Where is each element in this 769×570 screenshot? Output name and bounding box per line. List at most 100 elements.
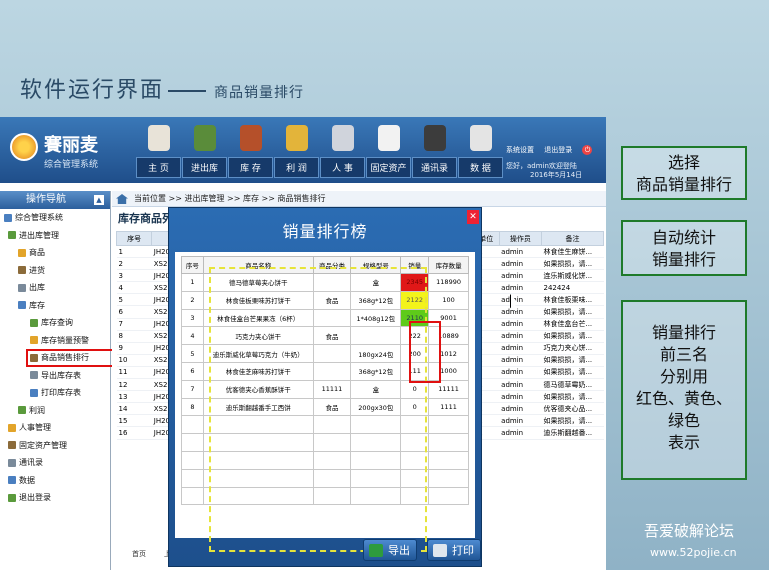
ranking-cell-no: 7	[181, 379, 204, 399]
annotation-line: 前三名	[659, 345, 708, 364]
sidebar-item-4[interactable]: 出库	[0, 279, 110, 297]
tree-node-icon	[8, 441, 16, 449]
sidebar-item-14[interactable]: 通讯录	[0, 454, 110, 472]
sidebar-title: 操作导航	[26, 194, 66, 205]
sidebar-item-11[interactable]: 利润	[0, 402, 110, 420]
ranking-cell-no: 6	[181, 361, 204, 381]
nav-item-5[interactable]: 固定资产	[366, 125, 411, 178]
person-icon	[331, 125, 354, 151]
table-cell: 优客德夹心品...	[541, 402, 604, 416]
ranking-cell-no: 1	[181, 273, 204, 292]
table-cell: admin	[499, 390, 542, 404]
sidebar-item-label: 进货	[29, 265, 45, 275]
sidebar-item-3[interactable]: 进货	[0, 262, 110, 280]
tree-node-icon	[8, 231, 16, 239]
column-header[interactable]: 备注	[540, 231, 605, 246]
column-header[interactable]: 序号	[115, 231, 153, 246]
sidebar-item-8[interactable]: 商品销售排行	[26, 349, 114, 367]
top-nav: 主 页进出库库 存利 润人 事固定资产 通讯录数 据	[136, 125, 504, 178]
annotation-line: 选择	[667, 153, 700, 172]
empty-cell	[181, 450, 204, 470]
table-cell: 9	[116, 342, 152, 355]
table-cell: 2	[116, 257, 152, 271]
nav-item-7[interactable]: 数 据	[458, 125, 503, 178]
annotation-line: 销量排行	[651, 323, 716, 342]
sidebar-item-7[interactable]: 库存销量预警	[0, 332, 110, 350]
sidebar-item-12[interactable]: 人事管理	[0, 419, 110, 437]
tree-node-icon	[8, 423, 16, 432]
tree-node-icon	[30, 336, 38, 344]
home-icon[interactable]	[116, 194, 128, 204]
table-cell: 如果损损，请...	[541, 257, 604, 271]
table-cell: admin	[499, 426, 542, 440]
table-cell: 1	[116, 245, 152, 259]
print-button[interactable]: 打印	[427, 539, 481, 561]
nav-item-4[interactable]: 人 事	[320, 125, 365, 178]
header-links: 系统设置 退出登录 ⏻	[506, 145, 600, 155]
empty-cell	[181, 486, 204, 506]
annotation-line: 绿色	[667, 411, 700, 430]
sidebar-item-16[interactable]: 退出登录	[0, 489, 110, 507]
date-text: 2016年5月14日	[530, 171, 583, 179]
slide-title-main: 软件运行界面	[20, 78, 165, 103]
sidebar-item-label: 打印库存表	[41, 388, 81, 397]
dialog-title: 销量排行榜	[282, 222, 368, 241]
nav-item-1[interactable]: 进出库	[182, 125, 227, 178]
printer-icon	[377, 125, 400, 151]
sidebar-item-2[interactable]: 商品	[0, 244, 110, 262]
table-cell: 16	[116, 426, 152, 440]
sidebar-item-13[interactable]: 固定资产管理	[0, 437, 110, 455]
sidebar-item-9[interactable]: 导出库存表	[0, 367, 110, 385]
annotation-auto-stat: 自动统计 销量排行	[621, 220, 747, 276]
tree-node-icon	[18, 301, 26, 309]
annotation-select: 选择 商品销量排行	[621, 146, 747, 200]
nav-item-label: 进出库	[182, 157, 227, 178]
table-cell: admin	[499, 281, 542, 295]
pin-icon[interactable]: ▲	[94, 195, 104, 205]
power-icon[interactable]: ⏻	[582, 145, 593, 155]
nav-item-0[interactable]: 主 页	[136, 125, 181, 178]
sidebar-item-label: 通讯录	[19, 458, 43, 467]
close-icon[interactable]: ✕	[467, 210, 479, 224]
table-cell: admin	[499, 366, 542, 380]
system-settings-link[interactable]: 系统设置	[506, 146, 534, 154]
table-cell: admin	[499, 305, 542, 319]
sidebar-item-6[interactable]: 库存查询	[0, 314, 110, 332]
sidebar-item-label: 商品	[29, 248, 45, 257]
empty-cell	[428, 415, 469, 435]
slide-title: 软件运行界面 商品销量排行	[20, 72, 304, 104]
table-cell: 如果损损，请...	[541, 305, 604, 319]
table-cell: 林食佳生麻饼...	[541, 245, 604, 259]
sidebar-item-label: 库存查询	[41, 318, 73, 327]
logout-link[interactable]: 退出登录	[544, 146, 572, 154]
nav-item-6[interactable]: 通讯录	[412, 125, 457, 178]
empty-cell	[428, 468, 469, 488]
ranking-cell-stock: 100	[428, 290, 469, 310]
sales-ranking-dialog: 销量排行榜 ✕ 序号 商品名称 商品分类 规格型号 销量 库存数量 1 德马德草莓夹心饼干盒 2…	[168, 207, 482, 567]
table-cell: 242424	[541, 281, 604, 295]
ranking-cell-no: 8	[181, 397, 204, 417]
sidebar-item-5[interactable]: 库存	[0, 297, 110, 315]
empty-cell	[181, 433, 204, 452]
sidebar-item-10[interactable]: 打印库存表	[0, 384, 110, 402]
sidebar-item-15[interactable]: 数据	[0, 472, 110, 490]
ranking-cell-stock: 1111	[428, 397, 469, 417]
table-cell: 4	[116, 281, 152, 295]
export-label: 导出	[388, 544, 410, 557]
export-button[interactable]: 导出	[363, 539, 417, 561]
sidebar-item-0[interactable]: 综合管理系统	[0, 209, 110, 227]
table-cell: 如果损损，请...	[541, 414, 604, 428]
table-cell: 10	[116, 354, 152, 367]
nav-item-2[interactable]: 库 存	[228, 125, 273, 178]
ranking-cell-no: 2	[181, 290, 204, 310]
sidebar-item-1[interactable]: 进出库管理	[0, 227, 110, 245]
column-header[interactable]: 操作员	[498, 231, 542, 246]
first-page-link[interactable]: 首页	[132, 550, 146, 558]
annotation-top3-colors: 销量排行 前三名 分别用 红色、黄色、 绿色 表示	[621, 300, 747, 480]
sidebar: 操作导航 ▲ 综合管理系统 进出库管理商品进货出库 库存库存查询库存销量预警 商品销售…	[0, 191, 114, 570]
nav-item-3[interactable]: 利 润	[274, 125, 319, 178]
tree-node-icon	[8, 476, 16, 484]
table-cell: admin	[499, 342, 542, 355]
table-cell: 如果损损，请...	[541, 354, 604, 367]
sidebar-item-label: 退出登录	[19, 493, 51, 502]
